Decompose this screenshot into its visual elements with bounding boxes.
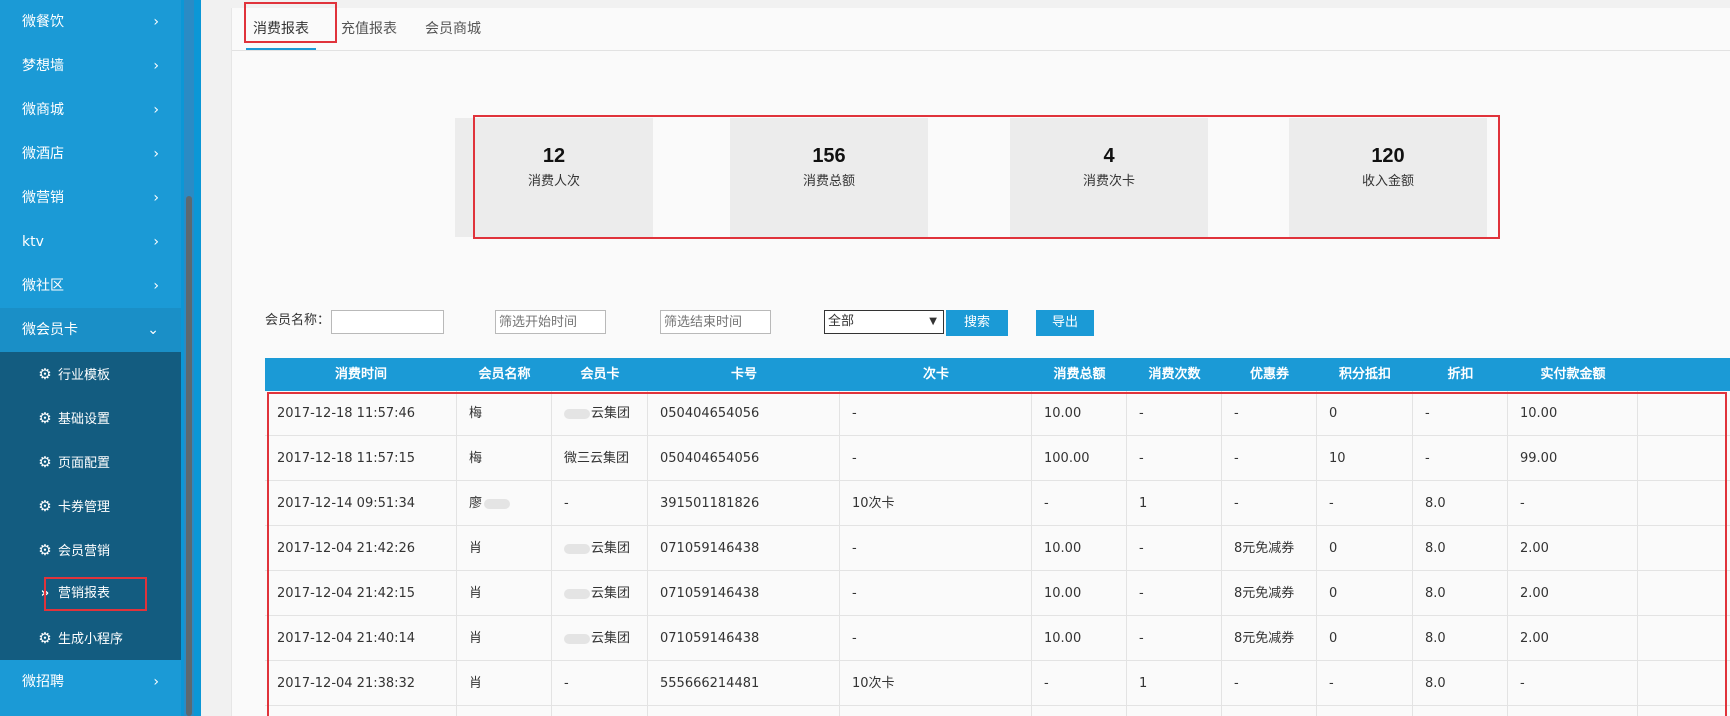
type-select[interactable]: 全部 ▼ [824, 310, 944, 334]
dropdown-arrow-icon: ▼ [929, 316, 937, 327]
sidebar-item-weizhaopin[interactable]: 微招聘 › [0, 660, 181, 704]
highlight-box [267, 392, 1727, 716]
tab-huiyuan-shangcheng[interactable]: 会员商城 [418, 8, 488, 50]
sidebar-item-ktv[interactable]: ktv › [0, 220, 181, 264]
chevron-right-icon: › [153, 234, 159, 250]
sidebar-item-weiyingxiao[interactable]: 微营销 › [0, 176, 181, 220]
highlight-box [473, 115, 1500, 239]
tab-chongzhi-baobiao[interactable]: 充值报表 [334, 8, 404, 50]
start-time-input[interactable] [495, 310, 606, 334]
subitem-label: 卡券管理 [58, 500, 111, 515]
sidebar-item-label: 微会员卡 [22, 322, 78, 338]
subitem-yingxiao-baobiao[interactable]: » 营销报表 [0, 572, 181, 616]
column-header: 优惠券 [1249, 367, 1289, 382]
gear-icon: ⚙ [38, 541, 52, 559]
column-header: 折扣 [1447, 367, 1474, 382]
subitem-label: 基础设置 [58, 412, 111, 427]
chevron-right-icon: › [153, 58, 159, 74]
subitem-shengcheng-xiaochengxu[interactable]: ⚙ 生成小程序 [0, 616, 181, 660]
chevron-right-icon: › [153, 102, 159, 118]
chevron-right-icon: › [153, 190, 159, 206]
tab-xiaofei-baobiao[interactable]: 消费报表 [244, 2, 337, 50]
sidebar-item-weishequ[interactable]: 微社区 › [0, 264, 181, 308]
sidebar-item-mengxiangqiang[interactable]: 梦想墙 › [0, 44, 181, 88]
sidebar-item-label: 微餐饮 [22, 14, 64, 30]
main-area: 消费报表 充值报表 会员商城 12 消费人次 156 消费总额 4 消费次卡 120 收… [201, 0, 1730, 716]
sidebar-item-weihuiyuanka[interactable]: 微会员卡 ⌄ [0, 308, 181, 352]
gear-icon: ⚙ [38, 497, 52, 515]
sidebar-item-label: 微商城 [22, 102, 64, 118]
column-header: 会员卡 [580, 367, 620, 382]
gear-icon: ⚙ [38, 365, 52, 383]
sidebar-item-label: 微营销 [22, 190, 64, 206]
subitem-label: 会员营销 [58, 544, 111, 559]
member-name-label: 会员名称： [265, 313, 331, 328]
sidebar-menu: 微餐饮 › 梦想墙 › 微商城 › 微酒店 › 微营销 › ktv › 微社区 › 微会员卡 ⌄… [0, 0, 181, 704]
subitem-label: 行业模板 [58, 368, 111, 383]
sidebar-submenu: ⚙ 行业模板 ⚙ 基础设置 ⚙ 页面配置 ⚙ 卡券管理 ⚙ 会员营销 » 营销报表 ⚙ 生成小… [0, 352, 181, 660]
content-panel: 消费报表 充值报表 会员商城 12 消费人次 156 消费总额 4 消费次卡 120 收… [231, 2, 1730, 716]
chevron-right-icon: › [153, 14, 159, 30]
sidebar-item-weicanyin[interactable]: 微餐饮 › [0, 0, 181, 44]
column-header: 消费时间 [334, 367, 387, 382]
end-time-input[interactable] [660, 310, 771, 334]
search-button[interactable]: 搜索 [946, 310, 1008, 336]
select-value: 全部 [828, 314, 855, 329]
sidebar-item-weishangcheng[interactable]: 微商城 › [0, 88, 181, 132]
column-header: 会员名称 [478, 367, 531, 382]
column-header: 卡号 [730, 367, 757, 382]
sidebar-item-label: 微社区 [22, 278, 64, 294]
sidebar-item-weijiudian[interactable]: 微酒店 › [0, 132, 181, 176]
sidebar-item-label: 微酒店 [22, 146, 64, 162]
highlight-box [244, 2, 337, 43]
subitem-label: 生成小程序 [58, 632, 124, 647]
sidebar: 微餐饮 › 梦想墙 › 微商城 › 微酒店 › 微营销 › ktv › 微社区 › 微会员卡 ⌄… [0, 0, 181, 716]
export-button[interactable]: 导出 [1036, 310, 1094, 336]
subitem-kaquan-guanli[interactable]: ⚙ 卡券管理 [0, 484, 181, 528]
subitem-hangye-moban[interactable]: ⚙ 行业模板 [0, 352, 181, 396]
subitem-yemian-peizhi[interactable]: ⚙ 页面配置 [0, 440, 181, 484]
sidebar-item-label: 梦想墙 [22, 58, 64, 74]
member-name-input[interactable] [331, 310, 444, 334]
chevron-down-icon: ⌄ [147, 322, 159, 338]
column-header: 消费总额 [1053, 367, 1106, 382]
report-tabs: 消费报表 充值报表 会员商城 [232, 2, 1730, 51]
column-header: 次卡 [922, 367, 949, 382]
subitem-jichu-shezhi[interactable]: ⚙ 基础设置 [0, 396, 181, 440]
chevron-right-icon: › [153, 674, 159, 690]
gear-icon: ⚙ [38, 409, 52, 427]
sidebar-item-label: ktv [22, 234, 44, 250]
column-header: 消费次数 [1148, 367, 1201, 382]
gear-icon: ⚙ [38, 629, 52, 647]
table-header: 消费时间 会员名称 会员卡 卡号 次卡 消费总额 消费次数 优惠券 积分抵扣 折扣 实付款金额 [265, 358, 1730, 391]
chevron-right-icon: › [153, 278, 159, 294]
gear-icon: ⚙ [38, 453, 52, 471]
chevron-right-icon: › [153, 146, 159, 162]
column-header: 实付款金额 [1540, 367, 1606, 382]
tab-label: 会员商城 [425, 21, 481, 37]
subitem-huiyuan-yingxiao[interactable]: ⚙ 会员营销 [0, 528, 181, 572]
sidebar-item-label: 微招聘 [22, 674, 64, 690]
subitem-label: 页面配置 [58, 456, 111, 471]
highlight-box [44, 577, 147, 611]
tab-label: 充值报表 [341, 21, 397, 37]
sidebar-scrollbar[interactable] [186, 196, 192, 716]
column-header: 积分抵扣 [1338, 367, 1391, 382]
